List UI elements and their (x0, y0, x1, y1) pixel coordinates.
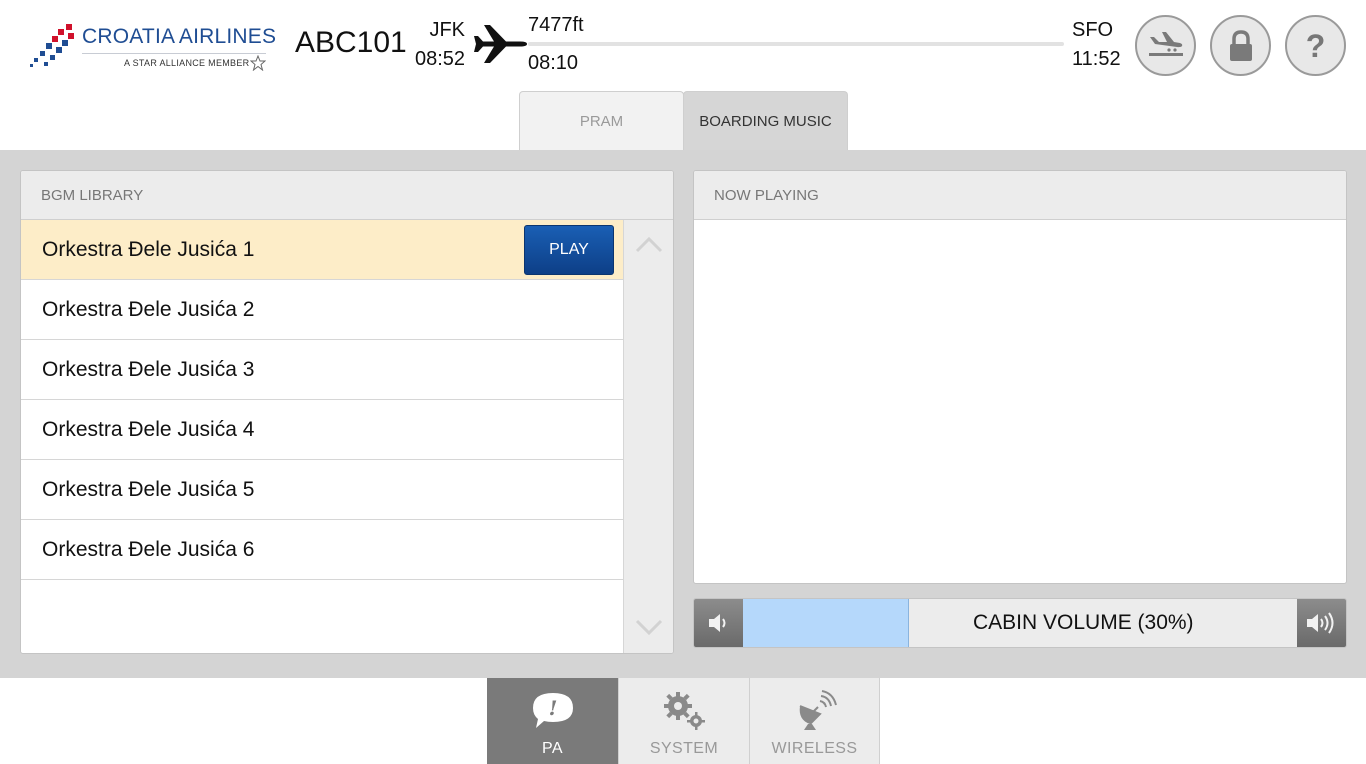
logo-tagline: A STAR ALLIANCE MEMBER (124, 58, 250, 68)
satellite-dish-icon (799, 690, 837, 730)
elapsed-time: 08:10 (528, 52, 579, 74)
airplane-icon (474, 25, 527, 63)
nav-wireless-label: WIRELESS (771, 740, 858, 757)
nav-pa-label: PA (542, 740, 563, 757)
svg-text:!: ! (548, 696, 557, 720)
tab-boarding-music[interactable]: BOARDING MUSIC (683, 91, 848, 151)
destination-time: 11:52 (1072, 48, 1121, 70)
volume-up-button[interactable] (1297, 599, 1346, 647)
nav-system[interactable]: SYSTEM (618, 678, 749, 764)
track-title: Orkestra Đele Jusića 6 (42, 537, 255, 561)
now-playing-header: NOW PLAYING (694, 171, 1346, 220)
now-playing-panel: NOW PLAYING (693, 170, 1347, 584)
nav-wireless[interactable]: WIRELESS (749, 678, 880, 764)
logo-wordmark: CROATIA AIRLINES (82, 25, 277, 48)
list-scrollbar[interactable] (623, 220, 673, 653)
cabin-volume-label: CABIN VOLUME (30%) (973, 611, 1194, 634)
chevron-down-icon[interactable] (634, 612, 664, 642)
speaker-high-icon (1306, 612, 1333, 634)
lock-icon (1229, 29, 1252, 61)
destination-airport-code: SFO (1072, 19, 1114, 41)
altitude-readout: 7477ft (528, 14, 584, 36)
play-button[interactable]: PLAY (524, 225, 614, 275)
volume-down-button[interactable] (694, 599, 743, 647)
bgm-library-title: BGM LIBRARY (41, 186, 144, 204)
nav-system-label: SYSTEM (649, 740, 719, 757)
header-bar: CROATIA AIRLINES A STAR ALLIANCE MEMBER … (0, 0, 1366, 92)
help-icon: ? (1305, 27, 1326, 64)
star-alliance-icon (250, 55, 266, 71)
track-title: Orkestra Đele Jusića 1 (42, 237, 255, 261)
speech-bubble-exclamation-icon: ! (532, 693, 573, 728)
logo-squares-icon (30, 24, 74, 67)
track-row-1[interactable]: Orkestra Đele Jusića 1 PLAY (21, 220, 623, 280)
origin-airport-code: JFK (429, 19, 465, 41)
track-row-3[interactable]: Orkestra Đele Jusića 3 (21, 340, 623, 400)
track-row-4[interactable]: Orkestra Đele Jusića 4 (21, 400, 623, 460)
main-content-area: BGM LIBRARY Orkestra Đele Jusića 1 PLAY … (0, 150, 1366, 678)
lock-button[interactable] (1210, 15, 1271, 76)
track-title: Orkestra Đele Jusića 5 (42, 477, 255, 501)
speaker-low-icon (708, 614, 725, 632)
bgm-library-panel: BGM LIBRARY Orkestra Đele Jusića 1 PLAY … (20, 170, 674, 654)
help-button[interactable]: ? (1285, 15, 1346, 76)
track-title: Orkestra Đele Jusića 4 (42, 417, 255, 441)
track-title: Orkestra Đele Jusića 3 (42, 357, 255, 381)
track-title: Orkestra Đele Jusića 2 (42, 297, 255, 321)
origin-time: 08:52 (415, 48, 466, 70)
flight-number: ABC101 (295, 26, 407, 59)
cabin-volume-control: CABIN VOLUME (30%) (693, 598, 1347, 648)
logo-divider (82, 53, 266, 54)
bgm-library-header: BGM LIBRARY (21, 171, 673, 220)
volume-slider[interactable]: CABIN VOLUME (30%) (743, 599, 1297, 647)
landing-button[interactable] (1135, 15, 1196, 76)
now-playing-title: NOW PLAYING (714, 186, 819, 204)
croatia-airlines-logo: CROATIA AIRLINES A STAR ALLIANCE MEMBER (30, 22, 276, 74)
track-list: Orkestra Đele Jusića 1 PLAY Orkestra Đel… (21, 220, 623, 580)
tab-pram[interactable]: PRAM (519, 91, 684, 151)
track-row-2[interactable]: Orkestra Đele Jusića 2 (21, 280, 623, 340)
nav-pa[interactable]: ! PA (487, 678, 618, 764)
volume-level-fill (743, 599, 909, 647)
track-row-6[interactable]: Orkestra Đele Jusića 6 (21, 520, 623, 580)
gears-icon (664, 692, 705, 730)
landing-plane-icon (1148, 31, 1183, 56)
chevron-up-icon[interactable] (634, 230, 664, 260)
flight-progress-track (528, 42, 1064, 46)
track-row-5[interactable]: Orkestra Đele Jusića 5 (21, 460, 623, 520)
